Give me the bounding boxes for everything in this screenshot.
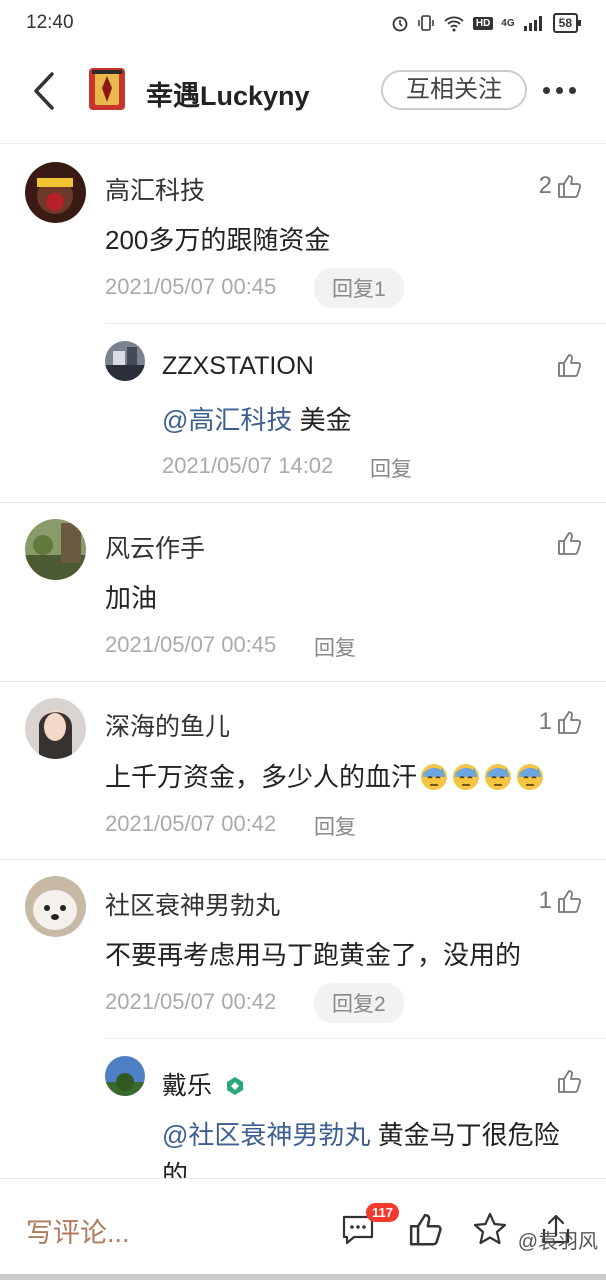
comment-time: 2021/05/07 00:42 <box>105 989 277 1014</box>
page-title: 幸遇Luckyny <box>146 81 310 111</box>
reply-avatar[interactable] <box>105 1056 145 1096</box>
cold-sweat-emoji-icon <box>485 764 512 790</box>
dot-icon <box>556 86 563 94</box>
reply-body: 美金 <box>292 405 352 435</box>
status-bar: 12:40 HD 4G 58 <box>0 0 606 48</box>
comment-time: 2021/05/07 00:45 <box>105 632 277 657</box>
reply-divider <box>105 1038 606 1039</box>
comment-divider <box>0 502 606 503</box>
signal-icon <box>523 16 542 31</box>
bottom-edge <box>0 1274 606 1280</box>
bottom-action-bar: 写评论... 117 @袁羽风 <box>0 1178 606 1280</box>
like-count: 1 <box>538 887 552 914</box>
comment-time: 2021/05/07 00:45 <box>105 274 277 299</box>
reply-author[interactable]: ZZXSTATION <box>162 352 314 381</box>
avatar[interactable] <box>25 519 86 580</box>
comment-text: 不要再考虑用马丁跑黄金了，没用的 <box>105 940 522 970</box>
alarm-icon <box>392 16 408 32</box>
like-count: 2 <box>538 172 552 199</box>
avatar-image-icon <box>25 698 86 759</box>
reply-button[interactable]: 回复 <box>314 632 356 662</box>
avatar-image-icon <box>105 1056 145 1096</box>
app-header: 幸遇Luckyny 互相关注 <box>0 52 606 132</box>
comment-divider <box>0 859 606 860</box>
dot-icon <box>543 86 550 94</box>
thumbs-up-icon <box>558 532 582 555</box>
reply-button[interactable]: 回复2 <box>314 983 404 1023</box>
comment-count-badge: 117 <box>366 1203 399 1222</box>
thumbs-up-icon <box>558 1070 582 1093</box>
shield-avatar-icon <box>89 68 125 110</box>
back-button[interactable] <box>28 66 62 116</box>
thumbs-up-icon <box>558 890 582 913</box>
reply-divider <box>105 323 606 324</box>
like-button[interactable]: 2 <box>539 172 582 200</box>
chevron-left-icon <box>34 72 54 110</box>
thumbs-up-icon <box>558 175 582 198</box>
network-label: 4G <box>501 17 515 29</box>
wifi-icon <box>444 16 464 32</box>
like-button[interactable]: 1 <box>539 887 582 915</box>
avatar-image-icon <box>105 341 145 381</box>
cold-sweat-emoji-icon <box>517 764 544 790</box>
watermark: @袁羽风 <box>517 1231 598 1253</box>
avatar-image-icon <box>25 162 86 223</box>
like-button[interactable] <box>552 530 582 556</box>
star-icon <box>473 1212 507 1245</box>
comment-text: 200多万的跟随资金 <box>105 225 331 255</box>
reply-body: 黄金马丁很危险 <box>370 1120 560 1150</box>
like-button[interactable] <box>556 352 582 378</box>
user-avatar[interactable] <box>86 66 128 114</box>
avatar[interactable] <box>25 698 86 759</box>
comment-text: 上千万资金，多少人的血汗 <box>105 757 545 794</box>
thumbs-up-icon <box>558 711 582 734</box>
favorite-button[interactable] <box>472 1211 508 1247</box>
reply-text-line2: 的 <box>162 1160 189 1179</box>
vibrate-icon <box>418 15 434 31</box>
comment-text: 加油 <box>105 583 158 613</box>
header-divider <box>0 143 606 144</box>
reply-button[interactable]: 回复 <box>370 453 412 483</box>
comment-author[interactable]: 社区衰神男勃丸 <box>105 886 280 922</box>
reply-button[interactable]: 回复 <box>314 811 356 841</box>
verified-badge-icon <box>226 1077 243 1095</box>
like-count: 1 <box>538 708 552 735</box>
battery-icon: 58 <box>552 13 582 33</box>
thumbs-up-icon <box>409 1213 442 1246</box>
avatar[interactable] <box>25 162 86 223</box>
hd-icon: HD <box>472 16 494 30</box>
mention-link[interactable]: @高汇科技 <box>162 405 292 435</box>
reply-text: @社区衰神男勃丸 黄金马丁很危险 <box>162 1115 560 1152</box>
comment-body: 上千万资金，多少人的血汗 <box>105 762 418 792</box>
status-time: 12:40 <box>26 12 74 33</box>
cold-sweat-emoji-icon <box>453 764 480 790</box>
cold-sweat-emoji-icon <box>421 764 448 790</box>
avatar-image-icon <box>25 519 86 580</box>
comment-author[interactable]: 深海的鱼儿 <box>105 707 230 743</box>
like-button[interactable] <box>556 1068 582 1094</box>
reply-time: 2021/05/07 14:02 <box>162 453 334 478</box>
follow-button[interactable]: 互相关注 <box>381 70 527 110</box>
like-button[interactable]: 1 <box>539 708 582 736</box>
dot-icon <box>569 86 576 94</box>
more-options-button[interactable] <box>543 80 583 100</box>
reply-text: @高汇科技 美金 <box>162 400 352 437</box>
mention-link[interactable]: @社区衰神男勃丸 <box>162 1120 370 1150</box>
like-post-button[interactable] <box>407 1211 443 1247</box>
emoji-row <box>417 762 545 792</box>
status-icons: HD 4G 58 <box>391 13 582 33</box>
avatar-image-icon <box>25 876 86 937</box>
thumbs-up-icon <box>558 354 582 377</box>
reply-author-name: 戴乐 <box>162 1072 213 1100</box>
comment-author[interactable]: 风云作手 <box>105 529 205 565</box>
write-comment-input[interactable]: 写评论... <box>26 1211 130 1250</box>
avatar[interactable] <box>25 876 86 937</box>
comment-time: 2021/05/07 00:42 <box>105 811 277 836</box>
comment-author[interactable]: 高汇科技 <box>105 171 205 207</box>
reply-avatar[interactable] <box>105 341 145 381</box>
reply-button[interactable]: 回复1 <box>314 268 404 308</box>
comment-divider <box>0 681 606 682</box>
reply-author[interactable]: 戴乐 <box>162 1066 245 1102</box>
